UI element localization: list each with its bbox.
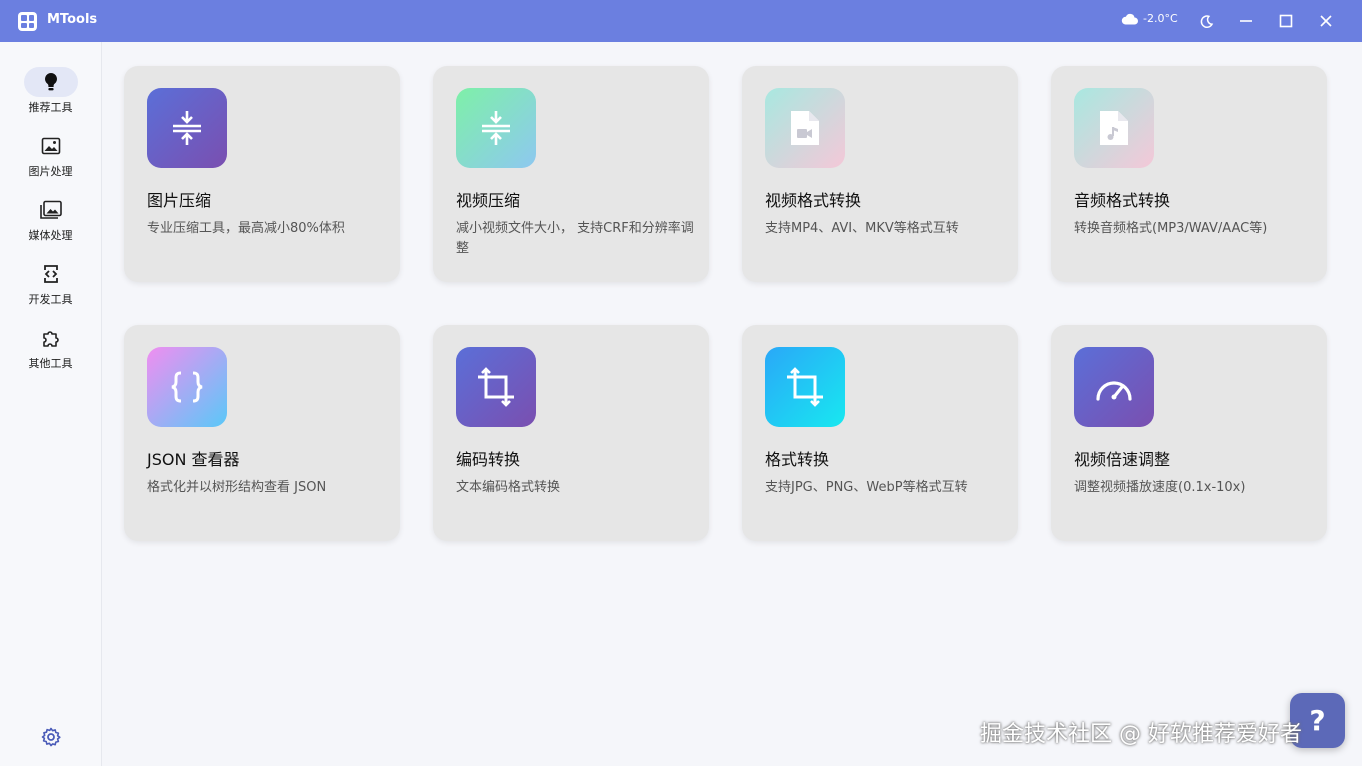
maximize-button[interactable]: [1276, 11, 1296, 31]
sidebar: 推荐工具 图片处理 媒体处理 开发工具 其他工具: [0, 42, 102, 766]
card-title: 视频倍速调整: [1074, 450, 1171, 469]
audio-file-icon: [1100, 111, 1128, 145]
card-title: 图片压缩: [147, 191, 212, 210]
card-description: 支持JPG、PNG、WebP等格式互转: [765, 480, 968, 495]
sidebar-item-label: 图片处理: [28, 165, 73, 178]
minimize-button[interactable]: [1236, 11, 1256, 31]
card-icon-wrap: [456, 347, 536, 427]
nav-icon-wrap: [24, 195, 78, 225]
sidebar-item-label: 推荐工具: [28, 101, 73, 114]
card-icon-wrap: [147, 347, 227, 427]
sidebar-item-label: 媒体处理: [28, 229, 73, 242]
compress-icon: [482, 111, 510, 145]
cloud-icon: [1121, 13, 1138, 24]
nav-icon-wrap: [24, 259, 78, 289]
crop-icon: [787, 367, 823, 407]
tool-card-image-format[interactable]: 格式转换 支持JPG、PNG、WebP等格式互转: [742, 325, 1018, 541]
braces-icon: [171, 371, 203, 403]
card-description: 格式化并以树形结构查看 JSON: [147, 480, 327, 495]
card-title: JSON 查看器: [147, 450, 240, 469]
media-icon: [39, 200, 62, 219]
crop-icon: [478, 367, 514, 407]
card-icon-wrap: [1074, 347, 1154, 427]
compress-icon: [173, 111, 201, 145]
tool-card-image-compress[interactable]: 图片压缩 专业压缩工具，最高减小80%体积: [124, 66, 400, 282]
nav-icon-wrap: [23, 67, 78, 97]
card-icon-wrap: [765, 347, 845, 427]
tool-card-video-format[interactable]: 视频格式转换 支持MP4、AVI、MKV等格式互转: [742, 66, 1018, 282]
tool-card-video-compress[interactable]: 视频压缩 减小视频文件大小， 支持CRF和分辨率调整: [433, 66, 709, 282]
card-description: 支持MP4、AVI、MKV等格式互转: [765, 221, 959, 236]
minimize-icon: [1240, 20, 1252, 22]
card-title: 视频格式转换: [765, 191, 862, 210]
card-icon-wrap: [147, 88, 227, 168]
card-description: 调整视频播放速度(0.1x-10x): [1074, 480, 1246, 495]
gear-icon: [41, 727, 61, 747]
card-icon-wrap: [456, 88, 536, 168]
tool-card-audio-format[interactable]: 音频格式转换 转换音频格式(MP3/WAV/AAC等): [1051, 66, 1327, 282]
watermark: 掘金技术社区 @ 好软推荐爱好者: [980, 722, 1302, 747]
tool-card-video-speed[interactable]: 视频倍速调整 调整视频播放速度(0.1x-10x): [1051, 325, 1327, 541]
sidebar-item-label: 其他工具: [28, 357, 73, 370]
nav-icon-wrap: [24, 323, 78, 353]
maximize-icon: [1279, 14, 1293, 28]
speedometer-icon: [1096, 381, 1132, 401]
sidebar-item-recommended[interactable]: 推荐工具: [0, 67, 101, 115]
card-description: 文本编码格式转换: [456, 480, 561, 495]
sidebar-item-image[interactable]: 图片处理: [0, 131, 101, 179]
card-title: 格式转换: [765, 450, 830, 469]
card-icon-wrap: [765, 88, 845, 168]
sidebar-item-dev[interactable]: 开发工具: [0, 259, 101, 307]
nav-icon-wrap: [24, 131, 78, 161]
tool-card-encoding-convert[interactable]: 编码转换 文本编码格式转换: [433, 325, 709, 541]
settings-button[interactable]: [40, 726, 62, 748]
sidebar-item-other[interactable]: 其他工具: [0, 323, 101, 371]
card-title: 视频压缩: [456, 191, 521, 210]
puzzle-icon: [42, 331, 59, 347]
title-bar: MTools -2.0°C: [0, 0, 1362, 42]
app-logo-icon: [18, 12, 37, 31]
card-description: 专业压缩工具，最高减小80%体积: [147, 221, 345, 236]
close-button[interactable]: [1316, 11, 1336, 31]
app-title: MTools: [47, 12, 98, 27]
theme-toggle-button[interactable]: [1196, 11, 1216, 31]
help-label: ?: [1309, 704, 1326, 737]
sidebar-item-media[interactable]: 媒体处理: [0, 195, 101, 243]
moon-icon: [1200, 14, 1213, 28]
image-icon: [41, 137, 60, 155]
card-description: 转换音频格式(MP3/WAV/AAC等): [1074, 221, 1268, 236]
help-button[interactable]: ?: [1290, 693, 1345, 748]
code-icon: [43, 265, 58, 283]
card-title: 编码转换: [456, 450, 521, 469]
lightbulb-icon: [44, 73, 57, 91]
weather-widget[interactable]: -2.0°C: [1121, 12, 1178, 25]
card-title: 音频格式转换: [1074, 191, 1171, 210]
sidebar-item-label: 开发工具: [28, 293, 73, 306]
weather-temperature: -2.0°C: [1143, 12, 1178, 25]
video-file-icon: [791, 111, 819, 145]
close-icon: [1320, 15, 1332, 27]
tool-card-json-viewer[interactable]: JSON 查看器 格式化并以树形结构查看 JSON: [124, 325, 400, 541]
card-icon-wrap: [1074, 88, 1154, 168]
card-description: 减小视频文件大小， 支持CRF和分辨率调整: [456, 221, 694, 256]
